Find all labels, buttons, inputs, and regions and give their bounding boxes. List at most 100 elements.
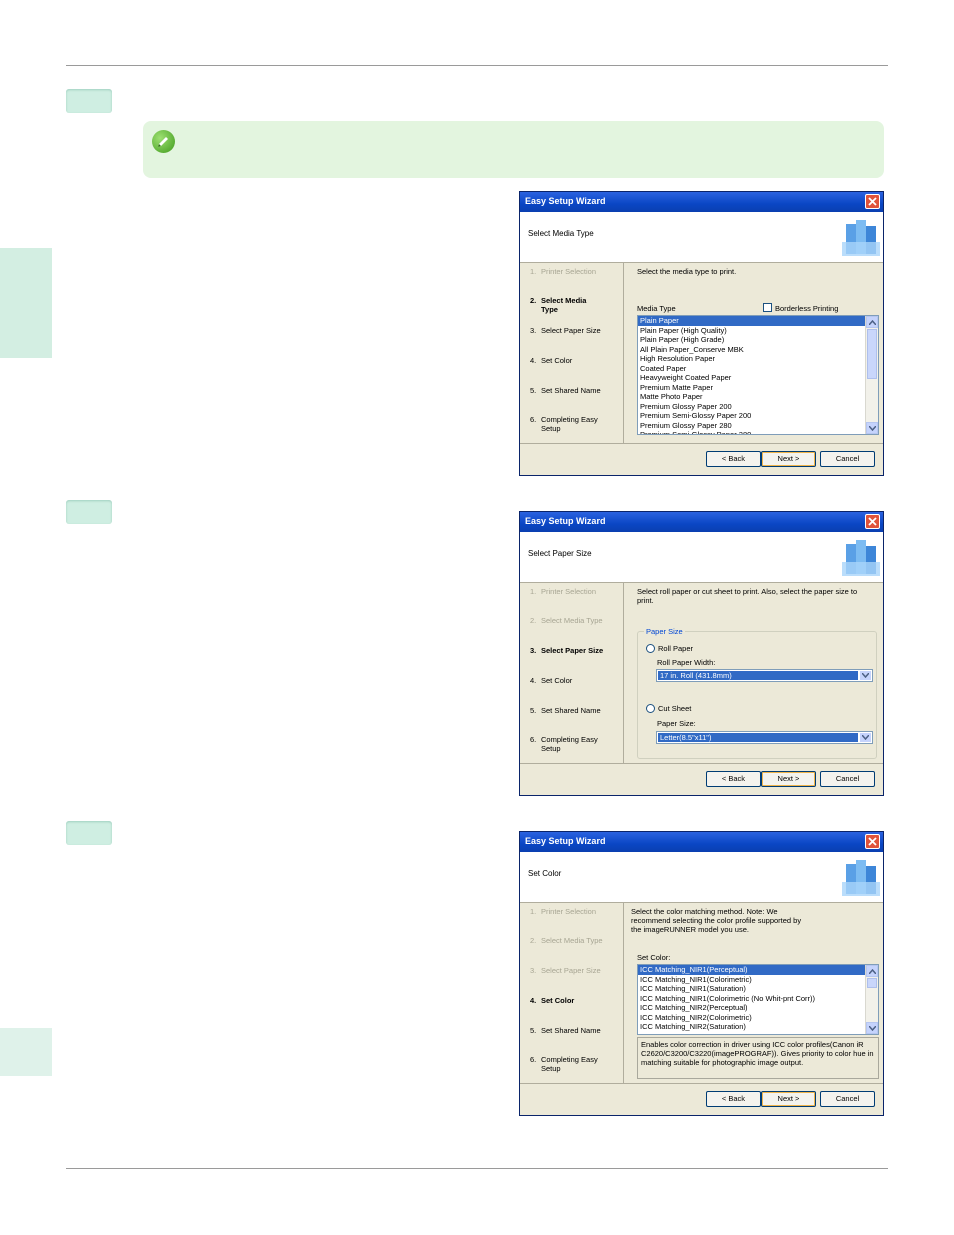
list-item[interactable]: Plain Paper (High Grade) xyxy=(638,335,878,345)
content-panel: Select the color matching method. Note: … xyxy=(623,903,883,1083)
list-item[interactable]: ICC Matching_NIR2(Perceptual) xyxy=(638,1003,878,1013)
list-item[interactable]: ICC Matching_NIR1(Saturation) xyxy=(638,984,878,994)
media-type-list[interactable]: Plain Paper Plain Paper (High Quality) Pla… xyxy=(637,315,879,435)
scroll-down-arrow-icon[interactable] xyxy=(866,422,878,434)
list-item[interactable]: Premium Glossy Paper 200 xyxy=(638,402,878,412)
list-item[interactable]: Heavyweight Coated Paper xyxy=(638,373,878,383)
cut-sheet-radio[interactable] xyxy=(646,704,655,713)
chevron-down-icon[interactable] xyxy=(860,733,871,742)
close-button[interactable] xyxy=(865,834,880,849)
close-button[interactable] xyxy=(865,514,880,529)
back-button[interactable]: < Back xyxy=(706,771,761,787)
printer-logo-icon xyxy=(842,220,880,256)
close-icon xyxy=(868,837,877,846)
window-title: Easy Setup Wizard xyxy=(525,516,606,526)
list-item[interactable]: ICC Matching_NIR2(Colorimetric) xyxy=(638,1013,878,1023)
roll-paper-radio[interactable] xyxy=(646,644,655,653)
list-item[interactable]: Premium Semi-Glossy Paper 200 xyxy=(638,411,878,421)
scroll-down-arrow-icon[interactable] xyxy=(866,1022,878,1034)
printer-logo-icon xyxy=(842,540,880,576)
borderless-label: Borderless Printing xyxy=(775,304,839,313)
next-button[interactable]: Next > xyxy=(761,771,816,787)
title-bar: Easy Setup Wizard xyxy=(520,192,883,212)
step-tab-2 xyxy=(66,500,112,524)
back-button[interactable]: < Back xyxy=(706,451,761,467)
list-item[interactable]: Matte Photo Paper xyxy=(638,392,878,402)
list-item[interactable]: Premium Semi-Glossy Paper 280 xyxy=(638,430,878,434)
paper-size-value: Letter(8.5"x11") xyxy=(658,733,858,742)
scroll-up-arrow-icon[interactable] xyxy=(866,965,878,977)
wizard-header: Set Color xyxy=(520,852,883,903)
list-item[interactable]: All Plain Paper_Conserve MBK xyxy=(638,345,878,355)
color-matching-list[interactable]: ICC Matching_NIR1(Perceptual) ICC Matchin… xyxy=(637,964,879,1035)
steps-panel: 1. Printer Selection 2. Select Media Type … xyxy=(530,267,601,433)
list-item[interactable]: ICC Matching_NIR1(Colorimetric (No Whit-… xyxy=(638,994,878,1004)
list-item[interactable]: High Resolution Paper xyxy=(638,354,878,364)
list-item[interactable]: ICC Matching_NIR2(Saturation) xyxy=(638,1022,878,1032)
pencil-note-icon xyxy=(152,130,175,153)
roll-width-select[interactable]: 17 in. Roll (431.8mm) xyxy=(656,669,873,682)
content-panel: Select the media type to print. Media Ty… xyxy=(623,263,883,443)
description: Select the media type to print. xyxy=(637,267,737,276)
description: Select roll paper or cut sheet to print.… xyxy=(637,587,858,605)
scroll-thumb[interactable] xyxy=(867,978,877,988)
paper-size-label: Paper Size: xyxy=(657,719,696,728)
roll-width-value: 17 in. Roll (431.8mm) xyxy=(658,671,858,680)
paper-size-select[interactable]: Letter(8.5"x11") xyxy=(656,731,873,744)
wizard-dialog-media-type: Easy Setup Wizard Select Media Type 1. Pr… xyxy=(519,191,884,476)
step-tab-1 xyxy=(66,89,112,113)
list-item[interactable]: Plain Paper xyxy=(638,316,878,326)
description: Select the color matching method. Note: … xyxy=(631,907,802,934)
window-title: Easy Setup Wizard xyxy=(525,836,606,846)
title-bar: Easy Setup Wizard xyxy=(520,512,883,532)
cancel-button[interactable]: Cancel xyxy=(820,1091,875,1107)
wizard-dialog-paper-size: Easy Setup Wizard Select Paper Size 1. Pr… xyxy=(519,511,884,796)
steps-panel: 1. Printer Selection 2. Select Media Type … xyxy=(530,907,603,1073)
list-item[interactable]: Coated Paper xyxy=(638,364,878,374)
list-item[interactable]: ICC Matching_NIR1(Colorimetric) xyxy=(638,975,878,985)
divider xyxy=(520,443,883,444)
paper-size-group: Paper Size Roll Paper Roll Paper Width: … xyxy=(637,627,877,759)
step-tab-3 xyxy=(66,821,112,845)
roll-width-label: Roll Paper Width: xyxy=(657,658,716,667)
content-panel: Select roll paper or cut sheet to print.… xyxy=(623,583,883,763)
scroll-up-arrow-icon[interactable] xyxy=(866,316,878,328)
divider xyxy=(520,763,883,764)
back-button[interactable]: < Back xyxy=(706,1091,761,1107)
wizard-dialog-set-color: Easy Setup Wizard Set Color 1. Printer Se… xyxy=(519,831,884,1116)
next-button[interactable]: Next > xyxy=(761,1091,816,1107)
window-title: Easy Setup Wizard xyxy=(525,196,606,206)
group-title: Paper Size xyxy=(644,627,685,636)
list-item[interactable]: ICC Matching_NIR1(Perceptual) xyxy=(638,965,878,975)
divider xyxy=(520,1083,883,1084)
header-title: Select Media Type xyxy=(528,229,594,238)
media-type-label: Media Type xyxy=(637,304,676,313)
close-icon xyxy=(868,197,877,206)
close-icon xyxy=(868,517,877,526)
header-title: Set Color xyxy=(528,869,562,878)
chevron-down-icon[interactable] xyxy=(860,671,871,680)
next-button[interactable]: Next > xyxy=(761,451,816,467)
borderless-checkbox[interactable] xyxy=(763,303,772,312)
wizard-header: Select Paper Size xyxy=(520,532,883,583)
side-page-tab xyxy=(0,1028,52,1076)
header-title: Select Paper Size xyxy=(528,549,592,558)
printer-logo-icon xyxy=(842,860,880,896)
wizard-header: Select Media Type xyxy=(520,212,883,263)
vertical-scrollbar[interactable] xyxy=(865,965,878,1034)
side-chapter-tab xyxy=(0,248,52,358)
top-rule xyxy=(66,65,888,66)
cut-sheet-label: Cut Sheet xyxy=(658,704,692,713)
list-item[interactable]: Premium Glossy Paper 280 xyxy=(638,421,878,431)
list-item[interactable]: Plain Paper (High Quality) xyxy=(638,326,878,336)
color-description-box: Enables color correction in driver using… xyxy=(637,1037,879,1079)
steps-panel: 1. Printer Selection 2. Select Media Type … xyxy=(530,587,604,753)
cancel-button[interactable]: Cancel xyxy=(820,451,875,467)
bottom-rule xyxy=(66,1168,888,1169)
list-item[interactable]: Premium Matte Paper xyxy=(638,383,878,393)
close-button[interactable] xyxy=(865,194,880,209)
vertical-scrollbar[interactable] xyxy=(865,316,878,434)
cancel-button[interactable]: Cancel xyxy=(820,771,875,787)
set-color-label: Set Color: xyxy=(637,953,671,962)
scroll-thumb[interactable] xyxy=(867,329,877,379)
